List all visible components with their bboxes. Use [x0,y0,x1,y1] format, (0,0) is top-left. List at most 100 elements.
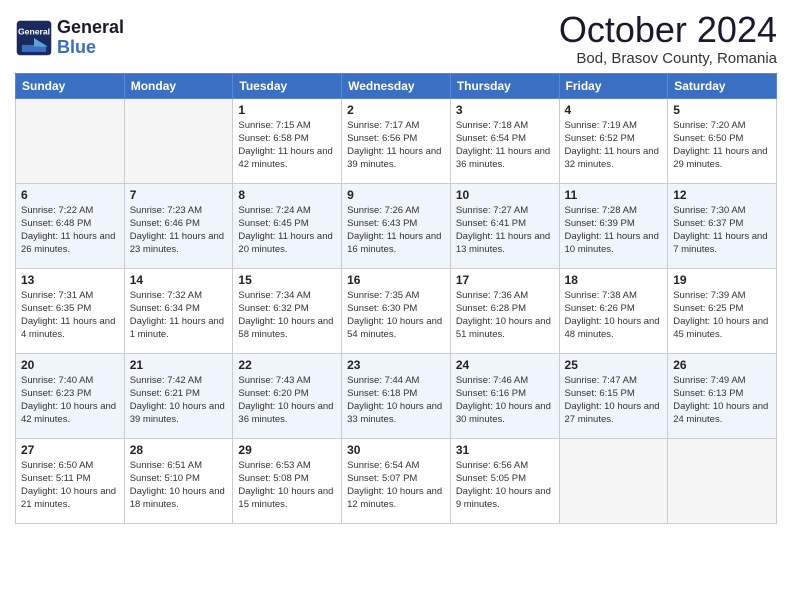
day-number: 30 [347,443,445,457]
day-detail: Sunrise: 7:32 AMSunset: 6:34 PMDaylight:… [130,289,228,342]
calendar-week-3: 13 Sunrise: 7:31 AMSunset: 6:35 PMDayligh… [16,268,777,353]
calendar-week-1: 1 Sunrise: 7:15 AMSunset: 6:58 PMDaylight… [16,98,777,183]
calendar-cell: 22Sunrise: 7:43 AMSunset: 6:20 PMDayligh… [233,353,342,438]
day-number: 1 [238,103,336,117]
day-detail: Sunrise: 7:19 AMSunset: 6:52 PMDaylight:… [565,119,663,172]
day-detail: Sunrise: 7:23 AMSunset: 6:46 PMDaylight:… [130,204,228,257]
calendar-cell: 10 Sunrise: 7:27 AMSunset: 6:41 PMDayligh… [450,183,559,268]
calendar-cell: 24 Sunrise: 7:46 AMSunset: 6:16 PMDayligh… [450,353,559,438]
day-number: 11 [565,188,663,202]
calendar-week-5: 27 Sunrise: 6:50 AMSunset: 5:11 PMDayligh… [16,438,777,523]
logo: General General Blue [15,18,124,58]
calendar-cell [124,98,233,183]
day-number: 8 [238,188,336,202]
day-detail: Sunrise: 7:44 AMSunset: 6:18 PMDaylight:… [347,374,445,427]
day-detail: Sunrise: 6:56 AMSunset: 5:05 PMDaylight:… [456,459,554,512]
day-number: 7 [130,188,228,202]
day-detail: Sunrise: 7:35 AMSunset: 6:30 PMDaylight:… [347,289,445,342]
weekday-header-friday: Friday [559,73,668,98]
day-detail: Sunrise: 7:24 AMSunset: 6:45 PMDaylight:… [238,204,336,257]
day-number: 28 [130,443,228,457]
title-block: October 2024 Bod, Brasov County, Romania [559,10,777,67]
day-number: 4 [565,103,663,117]
day-number: 26 [673,358,771,372]
day-number: 13 [21,273,119,287]
calendar-cell: 21Sunrise: 7:42 AMSunset: 6:21 PMDayligh… [124,353,233,438]
day-detail: Sunrise: 7:15 AMSunset: 6:58 PMDaylight:… [238,119,336,172]
weekday-header-row: SundayMondayTuesdayWednesdayThursdayFrid… [16,73,777,98]
calendar-cell: 7 Sunrise: 7:23 AMSunset: 6:46 PMDaylight… [124,183,233,268]
calendar-cell: 3Sunrise: 7:18 AMSunset: 6:54 PMDaylight… [450,98,559,183]
day-number: 25 [565,358,663,372]
day-detail: Sunrise: 7:17 AMSunset: 6:56 PMDaylight:… [347,119,445,172]
day-detail: Sunrise: 7:22 AMSunset: 6:48 PMDaylight:… [21,204,119,257]
weekday-header-saturday: Saturday [668,73,777,98]
day-detail: Sunrise: 6:51 AMSunset: 5:10 PMDaylight:… [130,459,228,512]
weekday-header-thursday: Thursday [450,73,559,98]
day-number: 27 [21,443,119,457]
calendar-cell: 18Sunrise: 7:38 AMSunset: 6:26 PMDayligh… [559,268,668,353]
calendar-cell [559,438,668,523]
day-number: 23 [347,358,445,372]
logo-general-text: General [57,18,124,38]
calendar-cell: 4 Sunrise: 7:19 AMSunset: 6:52 PMDaylight… [559,98,668,183]
day-detail: Sunrise: 7:38 AMSunset: 6:26 PMDaylight:… [565,289,663,342]
day-detail: Sunrise: 7:42 AMSunset: 6:21 PMDaylight:… [130,374,228,427]
day-number: 29 [238,443,336,457]
day-detail: Sunrise: 7:46 AMSunset: 6:16 PMDaylight:… [456,374,554,427]
day-detail: Sunrise: 7:20 AMSunset: 6:50 PMDaylight:… [673,119,771,172]
day-detail: Sunrise: 7:30 AMSunset: 6:37 PMDaylight:… [673,204,771,257]
day-detail: Sunrise: 7:34 AMSunset: 6:32 PMDaylight:… [238,289,336,342]
day-detail: Sunrise: 6:50 AMSunset: 5:11 PMDaylight:… [21,459,119,512]
calendar-cell: 13 Sunrise: 7:31 AMSunset: 6:35 PMDayligh… [16,268,125,353]
day-number: 9 [347,188,445,202]
calendar-cell: 25 Sunrise: 7:47 AMSunset: 6:15 PMDayligh… [559,353,668,438]
day-detail: Sunrise: 7:36 AMSunset: 6:28 PMDaylight:… [456,289,554,342]
day-number: 17 [456,273,554,287]
day-detail: Sunrise: 7:18 AMSunset: 6:54 PMDaylight:… [456,119,554,172]
calendar-cell: 12 Sunrise: 7:30 AMSunset: 6:37 PMDayligh… [668,183,777,268]
calendar-cell: 28 Sunrise: 6:51 AMSunset: 5:10 PMDayligh… [124,438,233,523]
calendar-cell: 29 Sunrise: 6:53 AMSunset: 5:08 PMDayligh… [233,438,342,523]
day-number: 10 [456,188,554,202]
calendar-table: SundayMondayTuesdayWednesdayThursdayFrid… [15,73,777,524]
day-number: 15 [238,273,336,287]
page-header: General General Blue October 2024 Bod, B… [15,10,777,67]
day-detail: Sunrise: 7:28 AMSunset: 6:39 PMDaylight:… [565,204,663,257]
calendar-cell: 2Sunrise: 7:17 AMSunset: 6:56 PMDaylight… [342,98,451,183]
calendar-cell [668,438,777,523]
logo-blue-text: Blue [57,38,124,58]
calendar-cell: 23 Sunrise: 7:44 AMSunset: 6:18 PMDayligh… [342,353,451,438]
calendar-cell: 16 Sunrise: 7:35 AMSunset: 6:30 PMDayligh… [342,268,451,353]
day-detail: Sunrise: 7:43 AMSunset: 6:20 PMDaylight:… [238,374,336,427]
calendar-cell: 14Sunrise: 7:32 AMSunset: 6:34 PMDayligh… [124,268,233,353]
calendar-cell [16,98,125,183]
day-detail: Sunrise: 7:47 AMSunset: 6:15 PMDaylight:… [565,374,663,427]
day-number: 16 [347,273,445,287]
calendar-cell: 9Sunrise: 7:26 AMSunset: 6:43 PMDaylight… [342,183,451,268]
day-detail: Sunrise: 7:31 AMSunset: 6:35 PMDaylight:… [21,289,119,342]
day-detail: Sunrise: 7:40 AMSunset: 6:23 PMDaylight:… [21,374,119,427]
calendar-cell: 11 Sunrise: 7:28 AMSunset: 6:39 PMDayligh… [559,183,668,268]
weekday-header-tuesday: Tuesday [233,73,342,98]
month-title: October 2024 [559,10,777,50]
calendar-cell: 6 Sunrise: 7:22 AMSunset: 6:48 PMDaylight… [16,183,125,268]
day-number: 6 [21,188,119,202]
calendar-cell: 19Sunrise: 7:39 AMSunset: 6:25 PMDayligh… [668,268,777,353]
calendar-cell: 26Sunrise: 7:49 AMSunset: 6:13 PMDayligh… [668,353,777,438]
day-number: 24 [456,358,554,372]
day-number: 12 [673,188,771,202]
weekday-header-sunday: Sunday [16,73,125,98]
calendar-cell: 15 Sunrise: 7:34 AMSunset: 6:32 PMDayligh… [233,268,342,353]
calendar-cell: 31 Sunrise: 6:56 AMSunset: 5:05 PMDayligh… [450,438,559,523]
location-text: Bod, Brasov County, Romania [559,50,777,67]
day-detail: Sunrise: 6:53 AMSunset: 5:08 PMDaylight:… [238,459,336,512]
day-detail: Sunrise: 6:54 AMSunset: 5:07 PMDaylight:… [347,459,445,512]
weekday-header-wednesday: Wednesday [342,73,451,98]
calendar-cell: 5Sunrise: 7:20 AMSunset: 6:50 PMDaylight… [668,98,777,183]
calendar-cell: 17 Sunrise: 7:36 AMSunset: 6:28 PMDayligh… [450,268,559,353]
day-number: 31 [456,443,554,457]
day-detail: Sunrise: 7:27 AMSunset: 6:41 PMDaylight:… [456,204,554,257]
calendar-cell: 20Sunrise: 7:40 AMSunset: 6:23 PMDayligh… [16,353,125,438]
calendar-cell: 27 Sunrise: 6:50 AMSunset: 5:11 PMDayligh… [16,438,125,523]
